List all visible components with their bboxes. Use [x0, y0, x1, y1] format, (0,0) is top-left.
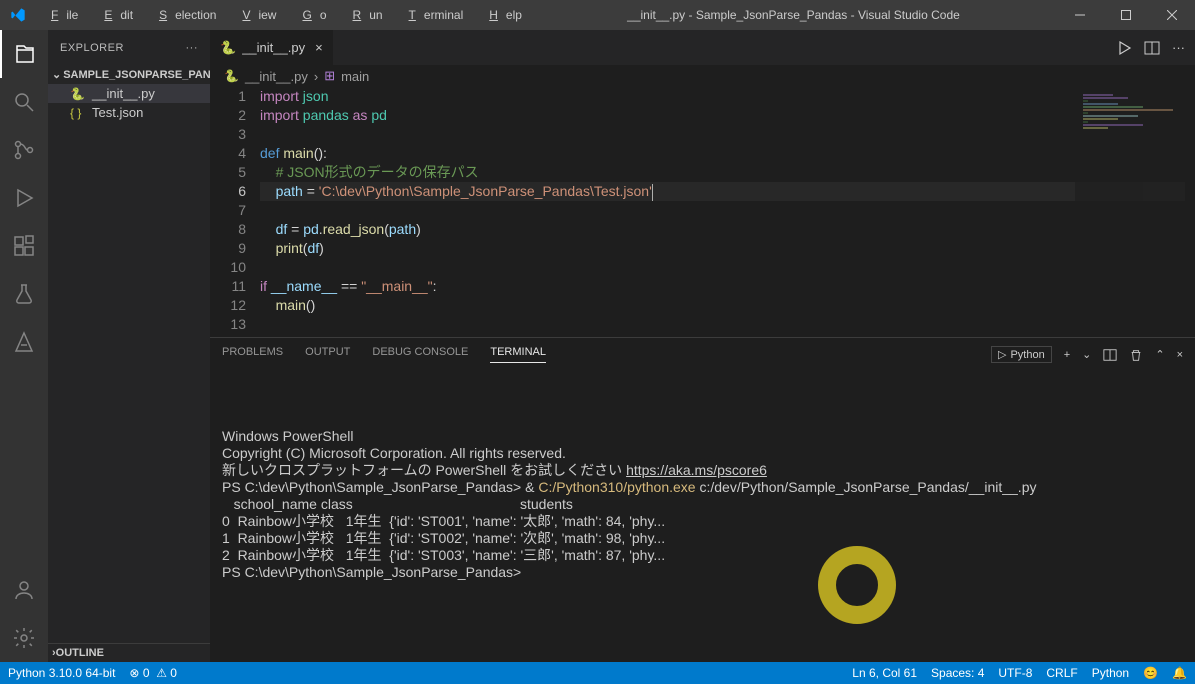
menu-run[interactable]: Run: [337, 4, 391, 26]
new-terminal-icon[interactable]: +: [1064, 349, 1070, 361]
editor-tabs: 🐍 __init__.py × ···: [210, 30, 1195, 65]
settings-icon[interactable]: [0, 614, 48, 662]
terminal-dropdown-icon[interactable]: ⌄: [1082, 348, 1091, 361]
more-icon[interactable]: ···: [186, 42, 199, 54]
editor-group: 🐍 __init__.py × ··· 🐍 __init__.py › ⊞ ma…: [210, 30, 1195, 662]
indentation[interactable]: Spaces: 4: [931, 666, 984, 680]
warning-icon: ⚠: [156, 666, 167, 680]
project-name: SAMPLE_JSONPARSE_PAN...: [63, 69, 220, 81]
run-icon[interactable]: [1116, 40, 1132, 56]
menu-help[interactable]: Help: [473, 4, 530, 26]
menu-view[interactable]: View: [226, 4, 284, 26]
file-icon: 🐍: [70, 87, 86, 101]
terminal-line: PS C:\dev\Python\Sample_JsonParse_Pandas…: [222, 564, 1183, 581]
file-item[interactable]: 🐍 __init__.py: [48, 84, 210, 103]
panel-tab-output[interactable]: OUTPUT: [305, 346, 350, 363]
symbol-method-icon: ⊞: [324, 68, 335, 84]
feedback-icon[interactable]: 😊: [1143, 666, 1158, 680]
editor-actions: ···: [1106, 30, 1195, 65]
minimap[interactable]: [1075, 87, 1195, 337]
problems-status[interactable]: ⊗ 0 ⚠ 0: [129, 666, 177, 680]
eol[interactable]: CRLF: [1046, 666, 1077, 680]
explorer-header: EXPLORER ···: [48, 30, 210, 65]
error-icon: ⊗: [129, 666, 139, 680]
maximize-button[interactable]: [1103, 0, 1149, 30]
editor-tab[interactable]: 🐍 __init__.py ×: [210, 30, 334, 65]
terminal-line: Windows PowerShell: [222, 428, 1183, 445]
more-actions-icon[interactable]: ···: [1172, 40, 1185, 55]
testing-icon[interactable]: [0, 270, 48, 318]
statusbar: Python 3.10.0 64-bit ⊗ 0 ⚠ 0 Ln 6, Col 6…: [0, 662, 1195, 684]
azure-icon[interactable]: [0, 318, 48, 366]
vscode-logo-icon: [0, 7, 35, 23]
terminal-line: Copyright (C) Microsoft Corporation. All…: [222, 445, 1183, 462]
close-button[interactable]: [1149, 0, 1195, 30]
menu-terminal[interactable]: Terminal: [393, 4, 472, 26]
search-icon[interactable]: [0, 78, 48, 126]
titlebar: FileEditSelectionViewGoRunTerminalHelp _…: [0, 0, 1195, 30]
explorer-sidebar: EXPLORER ··· ⌄ SAMPLE_JSONPARSE_PAN... 🐍…: [48, 30, 210, 662]
panel-tab-terminal[interactable]: TERMINAL: [490, 346, 546, 363]
activitybar: [0, 30, 48, 662]
chevron-right-icon: ›: [314, 69, 318, 84]
file-name: Test.json: [92, 105, 143, 120]
file-name: __init__.py: [92, 86, 155, 101]
terminal-profile[interactable]: ▷ Python: [991, 346, 1052, 363]
split-terminal-icon[interactable]: [1103, 348, 1117, 362]
terminal-line: 0 Rainbow小学校 1年生 {'id': 'ST001', 'name':…: [222, 513, 1183, 530]
python-file-icon: 🐍: [224, 69, 239, 83]
accounts-icon[interactable]: [0, 566, 48, 614]
outline-section[interactable]: › OUTLINE: [48, 643, 210, 662]
breadcrumb-file[interactable]: __init__.py: [245, 69, 308, 84]
highlight-circle: [818, 546, 896, 624]
kill-terminal-icon[interactable]: [1129, 348, 1143, 362]
language-mode[interactable]: Python: [1092, 666, 1129, 680]
explorer-icon[interactable]: [0, 30, 48, 78]
code-editor[interactable]: 12345678910111213 import jsonimport pand…: [210, 87, 1195, 337]
source-control-icon[interactable]: [0, 126, 48, 174]
panel-tab-problems[interactable]: PROBLEMS: [222, 346, 283, 363]
menubar: FileEditSelectionViewGoRunTerminalHelp: [35, 4, 530, 26]
terminal-line: PS C:\dev\Python\Sample_JsonParse_Pandas…: [222, 479, 1183, 496]
tab-label: __init__.py: [242, 40, 305, 55]
cursor-position[interactable]: Ln 6, Col 61: [852, 666, 917, 680]
terminal-line: school_name class students: [222, 496, 1183, 513]
explorer-title: EXPLORER: [60, 42, 124, 54]
menu-selection[interactable]: Selection: [143, 4, 224, 26]
maximize-panel-icon[interactable]: ⌃: [1155, 348, 1164, 361]
chevron-down-icon: ⌄: [52, 68, 61, 81]
python-version[interactable]: Python 3.10.0 64-bit: [8, 666, 115, 680]
menu-edit[interactable]: Edit: [88, 4, 141, 26]
extensions-icon[interactable]: [0, 222, 48, 270]
breadcrumb[interactable]: 🐍 __init__.py › ⊞ main: [210, 65, 1195, 87]
python-file-icon: 🐍: [220, 40, 236, 56]
terminal-actions: ▷ Python + ⌄ ⌃ ×: [991, 346, 1183, 363]
encoding[interactable]: UTF-8: [998, 666, 1032, 680]
menu-go[interactable]: Go: [286, 4, 334, 26]
file-icon: { }: [70, 106, 86, 120]
caret-right-icon: ▷: [998, 348, 1006, 361]
run-debug-icon[interactable]: [0, 174, 48, 222]
notifications-icon[interactable]: 🔔: [1172, 666, 1187, 680]
close-panel-icon[interactable]: ×: [1177, 349, 1183, 361]
split-editor-icon[interactable]: [1144, 40, 1160, 56]
terminal-content[interactable]: Windows PowerShellCopyright (C) Microsof…: [210, 371, 1195, 662]
line-numbers: 12345678910111213: [210, 87, 260, 337]
project-folder[interactable]: ⌄ SAMPLE_JSONPARSE_PAN...: [48, 65, 210, 84]
file-item[interactable]: { } Test.json: [48, 103, 210, 122]
outline-label: OUTLINE: [56, 647, 104, 659]
panel-tabs: PROBLEMS OUTPUT DEBUG CONSOLE TERMINAL ▷ Py…: [210, 338, 1195, 371]
terminal-shell-name: Python: [1010, 349, 1044, 361]
close-tab-icon[interactable]: ×: [315, 40, 323, 55]
menu-file[interactable]: File: [35, 4, 86, 26]
breadcrumb-symbol[interactable]: main: [341, 69, 369, 84]
panel-tab-debug-console[interactable]: DEBUG CONSOLE: [372, 346, 468, 363]
terminal-line: 新しいクロスプラットフォームの PowerShell をお試しください http…: [222, 462, 1183, 479]
minimize-button[interactable]: [1057, 0, 1103, 30]
terminal-line: 1 Rainbow小学校 1年生 {'id': 'ST002', 'name':…: [222, 530, 1183, 547]
window-title: __init__.py - Sample_JsonParse_Pandas - …: [530, 8, 1057, 22]
code-content[interactable]: import jsonimport pandas as pddef main()…: [260, 87, 1195, 337]
terminal-line: 2 Rainbow小学校 1年生 {'id': 'ST003', 'name':…: [222, 547, 1183, 564]
panel: PROBLEMS OUTPUT DEBUG CONSOLE TERMINAL ▷ Py…: [210, 337, 1195, 662]
